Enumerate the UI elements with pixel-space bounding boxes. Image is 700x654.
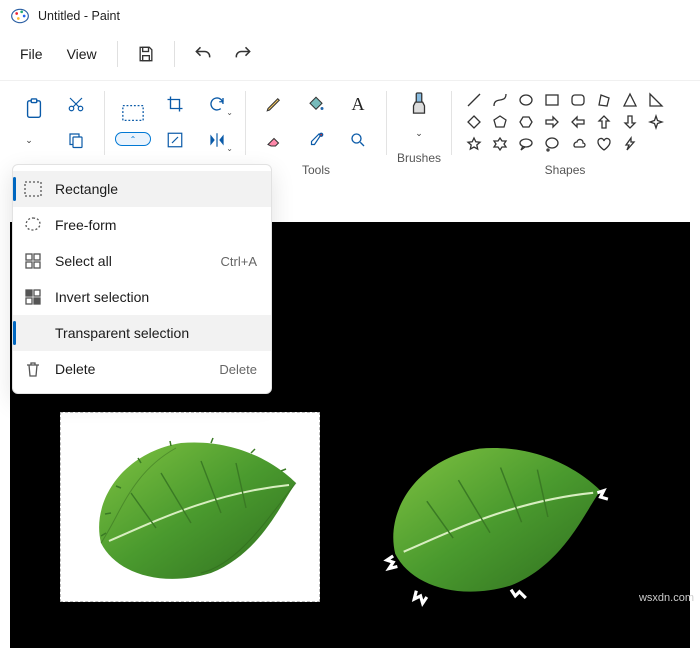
- shape-polygon[interactable]: [594, 91, 614, 109]
- dd-rectangle-label: Rectangle: [55, 181, 118, 197]
- eraser-tool[interactable]: [256, 125, 292, 155]
- shape-6star[interactable]: [490, 135, 510, 153]
- ribbon-group-brushes: ⌄ Brushes: [391, 85, 447, 183]
- shape-arrow-right[interactable]: [542, 113, 562, 131]
- ribbon-group-shapes: Shapes: [456, 85, 674, 183]
- menubar-divider: [117, 41, 118, 67]
- brushes-label: Brushes: [397, 151, 441, 165]
- text-tool[interactable]: A: [340, 89, 376, 119]
- menu-view[interactable]: View: [55, 38, 109, 70]
- select-dropdown-menu: Rectangle Free-form Select all Ctrl+A In…: [12, 164, 272, 394]
- select-all-icon: [23, 251, 43, 271]
- magnifier-tool[interactable]: [340, 125, 376, 155]
- shape-pentagon[interactable]: [490, 113, 510, 131]
- pencil-tool[interactable]: [256, 89, 292, 119]
- crop-button[interactable]: [157, 89, 193, 119]
- shape-right-triangle[interactable]: [646, 91, 666, 109]
- cut-button[interactable]: [58, 89, 94, 119]
- shape-callout-rounded[interactable]: [516, 135, 536, 153]
- color-picker-tool[interactable]: [298, 125, 334, 155]
- dd-delete[interactable]: Delete Delete: [13, 351, 271, 387]
- flip-button[interactable]: ⌄: [199, 125, 235, 155]
- menubar-divider-2: [174, 41, 175, 67]
- shape-oval[interactable]: [516, 91, 536, 109]
- dd-freeform[interactable]: Free-form: [13, 207, 271, 243]
- rotate-button[interactable]: ⌄: [199, 89, 235, 119]
- brushes-button[interactable]: [397, 89, 441, 119]
- shape-curve[interactable]: [490, 91, 510, 109]
- dd-transparent[interactable]: Transparent selection: [13, 315, 271, 351]
- dd-invert-label: Invert selection: [55, 289, 149, 305]
- copy-button[interactable]: [58, 125, 94, 155]
- delete-icon: [23, 359, 43, 379]
- shape-callout-oval[interactable]: [542, 135, 562, 153]
- shape-rectangle[interactable]: [542, 91, 562, 109]
- paste-dropdown[interactable]: ⌄: [16, 130, 42, 150]
- redo-button[interactable]: [223, 38, 263, 70]
- menubar: File View: [0, 32, 700, 80]
- shape-arrow-up[interactable]: [594, 113, 614, 131]
- rectangle-select-icon: [23, 179, 43, 199]
- shape-triangle[interactable]: [620, 91, 640, 109]
- titlebar: Untitled - Paint: [0, 0, 700, 32]
- shape-arrow-down[interactable]: [620, 113, 640, 131]
- ribbon-sep-3: [386, 91, 387, 155]
- dd-invert[interactable]: Invert selection: [13, 279, 271, 315]
- dd-rectangle[interactable]: Rectangle: [13, 171, 271, 207]
- shape-4star[interactable]: [646, 113, 666, 131]
- shapes-grid: [462, 89, 668, 155]
- dd-select-all-shortcut: Ctrl+A: [221, 254, 257, 269]
- select-dropdown[interactable]: ⌃: [115, 132, 151, 146]
- dd-select-all[interactable]: Select all Ctrl+A: [13, 243, 271, 279]
- selection-marquee[interactable]: [60, 412, 320, 602]
- shape-heart[interactable]: [594, 135, 614, 153]
- paste-button[interactable]: [16, 94, 52, 124]
- dd-select-all-label: Select all: [55, 253, 112, 269]
- fill-tool[interactable]: [298, 89, 334, 119]
- shape-hexagon[interactable]: [516, 113, 536, 131]
- shape-diamond[interactable]: [464, 113, 484, 131]
- ribbon-sep-4: [451, 91, 452, 155]
- invert-selection-icon: [23, 287, 43, 307]
- select-button[interactable]: [115, 98, 151, 128]
- shape-arrow-left[interactable]: [568, 113, 588, 131]
- ribbon-sep-1: [104, 91, 105, 155]
- shape-rounded-rect[interactable]: [568, 91, 588, 109]
- watermark: wsxdn.com: [639, 592, 694, 604]
- shapes-label: Shapes: [545, 163, 586, 177]
- shape-lightning[interactable]: [620, 135, 640, 153]
- leaf-image-transparent: [350, 417, 630, 617]
- save-button[interactable]: [126, 38, 166, 70]
- tools-label: Tools: [302, 163, 330, 177]
- freeform-select-icon: [23, 215, 43, 235]
- dd-delete-label: Delete: [55, 361, 95, 377]
- dd-delete-shortcut: Delete: [219, 362, 257, 377]
- window-title: Untitled - Paint: [38, 9, 120, 23]
- shape-callout-cloud[interactable]: [568, 135, 588, 153]
- undo-button[interactable]: [183, 38, 223, 70]
- dd-freeform-label: Free-form: [55, 217, 116, 233]
- shape-line[interactable]: [464, 91, 484, 109]
- ribbon-sep-2: [245, 91, 246, 155]
- dd-transparent-label: Transparent selection: [55, 325, 189, 341]
- shape-5star[interactable]: [464, 135, 484, 153]
- leaf-image-selected: [61, 413, 321, 603]
- brushes-dropdown[interactable]: ⌄: [406, 123, 432, 143]
- paint-app-icon: [10, 6, 30, 26]
- menu-file[interactable]: File: [8, 38, 55, 70]
- resize-button[interactable]: [157, 125, 193, 155]
